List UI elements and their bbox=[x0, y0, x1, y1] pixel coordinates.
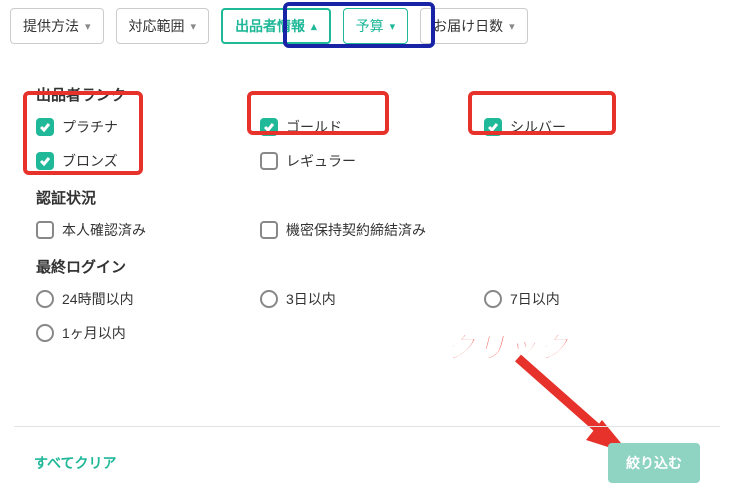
chevron-down-icon: ▾ bbox=[191, 20, 197, 33]
option-identity-label: 本人確認済み bbox=[62, 220, 146, 240]
option-login-1m-label: 1ヶ月以内 bbox=[62, 323, 126, 343]
option-regular-label: レギュラー bbox=[286, 151, 356, 171]
option-login-7d-label: 7日以内 bbox=[510, 289, 560, 309]
checkbox-icon bbox=[260, 221, 278, 239]
option-bronze[interactable]: ブロンズ bbox=[36, 151, 250, 171]
option-login-24h-label: 24時間以内 bbox=[62, 289, 134, 309]
section-login-title: 最終ログイン bbox=[36, 256, 698, 277]
seller-filter-panel: 出品者ランク プラチナ ゴールド シルバー ブロンズ bbox=[14, 64, 720, 355]
option-login-24h[interactable]: 24時間以内 bbox=[36, 289, 250, 309]
radio-icon bbox=[36, 324, 54, 342]
filter-budget-label: 予算 bbox=[356, 16, 384, 36]
filter-delivery[interactable]: お届け日数 ▾ bbox=[420, 8, 528, 44]
filter-scope[interactable]: 対応範囲 ▾ bbox=[116, 8, 210, 44]
option-platinum[interactable]: プラチナ bbox=[36, 117, 250, 137]
option-platinum-label: プラチナ bbox=[62, 117, 118, 137]
chevron-down-icon: ▾ bbox=[390, 20, 396, 33]
option-login-7d[interactable]: 7日以内 bbox=[484, 289, 698, 309]
radio-icon bbox=[260, 290, 278, 308]
option-bronze-label: ブロンズ bbox=[62, 151, 118, 171]
radio-icon bbox=[36, 290, 54, 308]
checkbox-icon bbox=[260, 152, 278, 170]
section-rank-title: 出品者ランク bbox=[36, 84, 698, 105]
option-regular[interactable]: レギュラー bbox=[260, 151, 474, 171]
option-silver-label: シルバー bbox=[510, 117, 566, 137]
option-login-3d-label: 3日以内 bbox=[286, 289, 336, 309]
option-gold[interactable]: ゴールド bbox=[260, 117, 474, 137]
option-nda-signed[interactable]: 機密保持契約締結済み bbox=[260, 220, 698, 240]
chevron-down-icon: ▾ bbox=[509, 20, 515, 33]
section-verify-title: 認証状況 bbox=[36, 187, 698, 208]
option-gold-label: ゴールド bbox=[286, 117, 342, 137]
filter-budget[interactable]: 予算 ▾ bbox=[343, 8, 409, 44]
option-login-3d[interactable]: 3日以内 bbox=[260, 289, 474, 309]
clear-all-link[interactable]: すべてクリア bbox=[34, 453, 116, 473]
option-identity-verified[interactable]: 本人確認済み bbox=[36, 220, 250, 240]
chevron-down-icon: ▾ bbox=[85, 20, 91, 33]
checkbox-checked-icon bbox=[36, 152, 54, 170]
option-nda-label: 機密保持契約締結済み bbox=[286, 220, 426, 240]
chevron-up-icon: ▴ bbox=[311, 20, 317, 33]
filter-method[interactable]: 提供方法 ▾ bbox=[10, 8, 104, 44]
option-login-1m[interactable]: 1ヶ月以内 bbox=[36, 323, 250, 343]
checkbox-checked-icon bbox=[36, 118, 54, 136]
checkbox-checked-icon bbox=[260, 118, 278, 136]
filter-seller-label: 出品者情報 bbox=[235, 16, 305, 36]
filter-scope-label: 対応範囲 bbox=[129, 16, 185, 36]
radio-icon bbox=[484, 290, 502, 308]
filter-method-label: 提供方法 bbox=[23, 16, 79, 36]
filter-delivery-label: お届け日数 bbox=[433, 16, 503, 36]
filter-seller[interactable]: 出品者情報 ▴ bbox=[221, 8, 331, 44]
apply-button[interactable]: 絞り込む bbox=[608, 443, 700, 483]
checkbox-icon bbox=[36, 221, 54, 239]
checkbox-checked-icon bbox=[484, 118, 502, 136]
option-silver[interactable]: シルバー bbox=[484, 117, 698, 137]
